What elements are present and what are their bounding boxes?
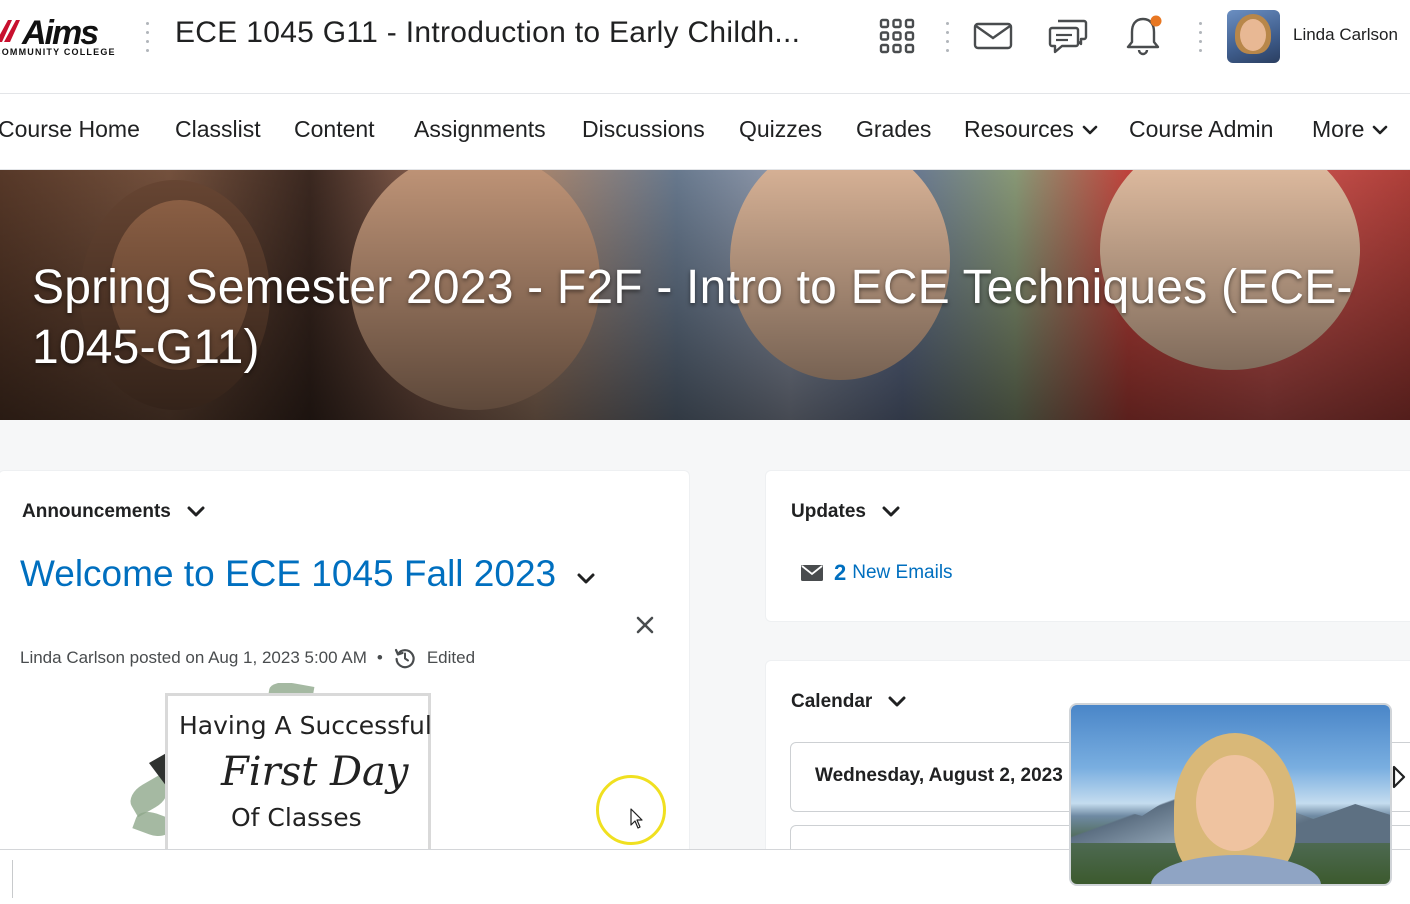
updates-header[interactable]: Updates bbox=[791, 501, 900, 523]
nav-discussions[interactable]: Discussions bbox=[582, 116, 705, 143]
logo-subtext: COMMUNITY COLLEGE bbox=[0, 47, 116, 57]
email-count[interactable]: 2 bbox=[834, 560, 846, 586]
image-text-line1: Having A Successful bbox=[179, 711, 432, 740]
mail-icon[interactable] bbox=[971, 14, 1015, 58]
bell-icon[interactable] bbox=[1121, 14, 1165, 58]
meta-separator: • bbox=[376, 648, 383, 667]
edited-label: Edited bbox=[426, 648, 476, 667]
chevron-down-icon[interactable] bbox=[888, 696, 906, 708]
course-banner: Spring Semester 2023 - F2F - Intro to EC… bbox=[0, 170, 1410, 420]
nav-content[interactable]: Content bbox=[294, 116, 375, 143]
nav-resources[interactable]: Resources bbox=[964, 116, 1098, 143]
calendar-date: Wednesday, August 2, 2023 bbox=[815, 765, 1063, 786]
chat-icon[interactable] bbox=[1046, 14, 1090, 58]
announcement-title[interactable]: Welcome to ECE 1045 Fall 2023 bbox=[20, 553, 596, 595]
announcements-widget: Announcements Welcome to ECE 1045 Fall 2… bbox=[0, 470, 690, 890]
updates-widget: Updates bbox=[765, 470, 1410, 622]
announcement-image: Having A Successful First Day Of Classes bbox=[99, 683, 439, 853]
nav-assignments[interactable]: Assignments bbox=[414, 116, 546, 143]
course-title[interactable]: ECE 1045 G11 - Introduction to Early Chi… bbox=[175, 16, 800, 50]
announcements-header[interactable]: Announcements bbox=[22, 501, 205, 523]
image-text-line2: First Day bbox=[221, 749, 409, 795]
apps-grid-icon[interactable] bbox=[875, 14, 919, 58]
course-nav-bar: Course Home Classlist Content Assignment… bbox=[0, 94, 1410, 170]
notification-dot bbox=[1150, 15, 1162, 27]
banner-title: Spring Semester 2023 - F2F - Intro to EC… bbox=[32, 261, 1353, 374]
top-bar: Aims COMMUNITY COLLEGE ECE 1045 G11 - In… bbox=[0, 0, 1410, 94]
mouse-pointer-icon bbox=[630, 808, 643, 829]
divider-dots bbox=[946, 22, 950, 52]
posted-by-text: Linda Carlson posted on Aug 1, 2023 5:00… bbox=[20, 648, 367, 667]
divider-dots bbox=[146, 22, 150, 52]
close-icon[interactable] bbox=[633, 613, 657, 637]
mail-icon bbox=[801, 565, 823, 581]
chevron-right-icon[interactable] bbox=[1392, 765, 1406, 789]
nav-course-home[interactable]: Course Home bbox=[0, 116, 140, 143]
divider-dots bbox=[1199, 22, 1203, 52]
image-text-line3: Of Classes bbox=[231, 803, 362, 832]
nav-quizzes[interactable]: Quizzes bbox=[739, 116, 822, 143]
nav-course-admin[interactable]: Course Admin bbox=[1129, 116, 1273, 143]
nav-more[interactable]: More bbox=[1312, 116, 1388, 143]
nav-grades[interactable]: Grades bbox=[856, 116, 931, 143]
calendar-header[interactable]: Calendar bbox=[791, 691, 906, 713]
logo-swoosh-icon bbox=[0, 20, 20, 42]
chevron-down-icon bbox=[1082, 125, 1098, 134]
chevron-down-icon[interactable] bbox=[882, 506, 900, 518]
email-label[interactable]: New Emails bbox=[852, 562, 952, 584]
presenter-video-overlay[interactable] bbox=[1069, 703, 1392, 886]
chevron-down-icon bbox=[1373, 125, 1388, 134]
chevron-down-icon[interactable] bbox=[187, 506, 205, 518]
chevron-down-icon[interactable] bbox=[576, 572, 596, 586]
college-logo[interactable]: Aims COMMUNITY COLLEGE bbox=[0, 14, 124, 58]
nav-classlist[interactable]: Classlist bbox=[175, 116, 261, 143]
edit-history-icon bbox=[394, 648, 415, 669]
user-avatar[interactable] bbox=[1227, 10, 1280, 63]
new-emails-link[interactable]: 2 New Emails bbox=[800, 560, 953, 586]
announcement-meta: Linda Carlson posted on Aug 1, 2023 5:00… bbox=[20, 646, 475, 670]
user-name[interactable]: Linda Carlson bbox=[1293, 25, 1398, 45]
